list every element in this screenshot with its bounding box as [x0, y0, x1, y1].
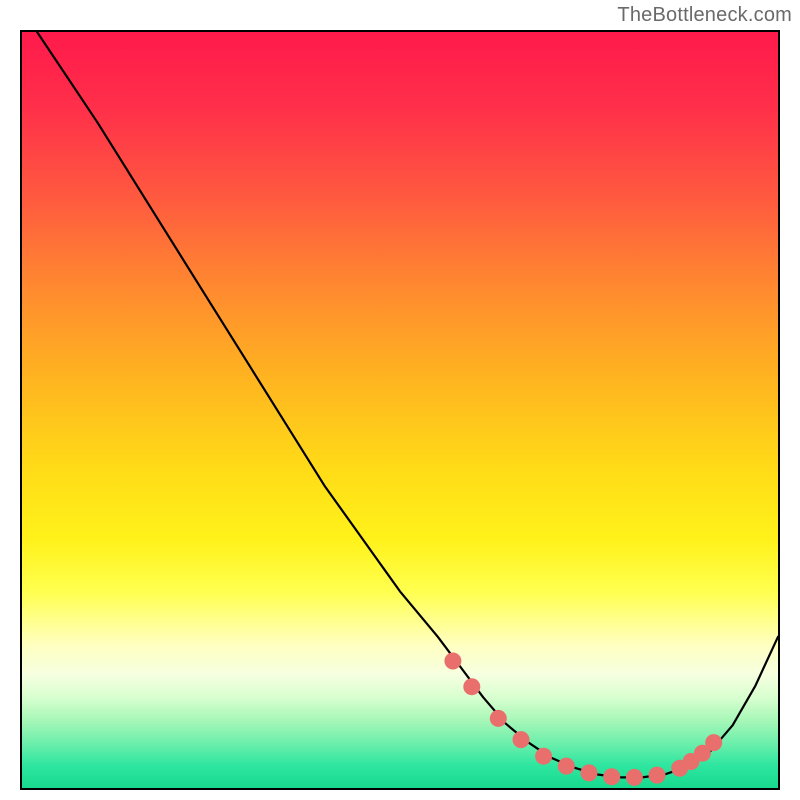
highlight-dot: [603, 768, 620, 785]
highlight-dot: [558, 758, 575, 775]
watermark-text: TheBottleneck.com: [617, 4, 792, 27]
highlight-dot: [444, 653, 461, 670]
highlight-dot: [626, 769, 643, 786]
curve-layer: [22, 32, 778, 788]
highlight-dot: [581, 764, 598, 781]
highlight-dot: [649, 767, 666, 784]
bottleneck-curve: [37, 32, 778, 777]
highlight-dot: [513, 731, 530, 748]
highlight-dot: [490, 710, 507, 727]
highlight-dot: [463, 678, 480, 695]
chart-container: TheBottleneck.com: [0, 0, 800, 800]
highlight-dots: [444, 653, 722, 786]
plot-area: [20, 30, 780, 790]
highlight-dot: [535, 748, 552, 765]
highlight-dot: [705, 734, 722, 751]
